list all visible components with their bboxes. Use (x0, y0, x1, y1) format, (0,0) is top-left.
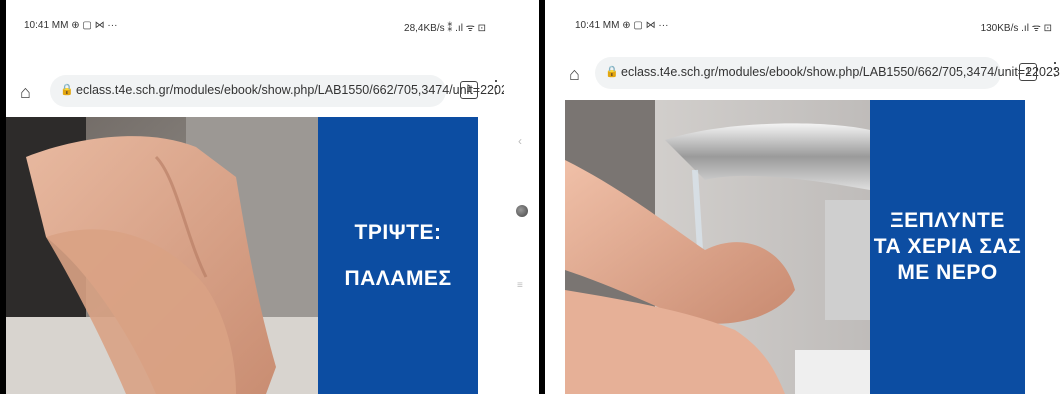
lock-icon: 🔒 (605, 66, 619, 78)
divider-handle-icon[interactable] (516, 205, 528, 217)
right-phone-screen: 10:41 MM ⊕ ▢ ⋈ ··· 130KB/s .ıl ᯤ ⊡ ⌂ 🔒 e… (545, 0, 1062, 394)
caption-line: ΠΑΛΑΜΕΣ (344, 266, 452, 290)
status-indicators: 28,4KB/s ⁑ .ıl ᯤ ⊡ (404, 23, 486, 34)
home-icon[interactable]: ⌂ (569, 64, 580, 85)
left-margin (478, 117, 504, 394)
right-video-frame[interactable]: ΞΕΠΛΥΝΤΕ ΤΑ ΧΕΡΙΑ ΣΑΣ ΜΕ ΝΕΡΟ (565, 100, 1062, 394)
right-status-bar: 10:41 MM ⊕ ▢ ⋈ ··· 130KB/s .ıl ᯤ ⊡ (545, 8, 1062, 36)
left-phone-screen: 10:41 MM ⊕ ▢ ⋈ ··· 28,4KB/s ⁑ .ıl ᯤ ⊡ ⌂ … (6, 0, 504, 394)
left-status-bar: 10:41 MM ⊕ ▢ ⋈ ··· 28,4KB/s ⁑ .ıl ᯤ ⊡ (6, 8, 504, 36)
status-indicators: 130KB/s .ıl ᯤ ⊡ (980, 23, 1052, 34)
caption-line: ΤΑ ΧΕΡΙΑ ΣΑΣ (873, 235, 1022, 258)
left-caption-panel: ΤΡΙΨΤΕ: ΠΑΛΑΜΕΣ (318, 117, 478, 394)
caption-line: ΤΡΙΨΤΕ: (354, 220, 442, 244)
right-margin (1025, 100, 1062, 394)
left-address-bar: ⌂ 🔒 eclass.t4e.sch.gr/modules/ebook/show… (6, 68, 504, 114)
lock-icon: 🔒 (60, 84, 74, 96)
caption-line: ΜΕ ΝΕΡΟ (897, 261, 998, 284)
right-caption-panel: ΞΕΠΛΥΝΤΕ ΤΑ ΧΕΡΙΑ ΣΑΣ ΜΕ ΝΕΡΟ (870, 100, 1025, 394)
menu-icon[interactable]: ⋮ (1046, 60, 1062, 78)
home-icon[interactable]: ⌂ (20, 82, 31, 103)
menu-icon[interactable]: ⋮ (487, 78, 504, 96)
right-address-bar: ⌂ 🔒 eclass.t4e.sch.gr/modules/ebook/show… (545, 50, 1062, 96)
hands-rinsing-image (565, 100, 870, 394)
left-video-frame[interactable]: ΤΡΙΨΤΕ: ΠΑΛΑΜΕΣ (6, 117, 504, 394)
chevron-left-icon[interactable]: ‹ (518, 134, 522, 148)
url-field[interactable]: 🔒 eclass.t4e.sch.gr/modules/ebook/show.p… (595, 57, 1060, 89)
tab-switcher-button[interactable]: 1 (1019, 63, 1037, 81)
status-time: 10:41 MM ⊕ ▢ ⋈ ··· (24, 20, 118, 31)
hands-rubbing-image (6, 117, 318, 394)
caption-line: ΞΕΠΛΥΝΤΕ (890, 209, 1005, 232)
url-field[interactable]: 🔒 eclass.t4e.sch.gr/modules/ebook/show.p… (50, 75, 504, 107)
drag-handle-icon[interactable]: ≡ (517, 280, 523, 291)
split-divider[interactable]: ‹ ≡ (505, 100, 539, 394)
status-time: 10:41 MM ⊕ ▢ ⋈ ··· (575, 20, 669, 31)
url-text: eclass.t4e.sch.gr/modules/ebook/show.php… (621, 65, 1060, 79)
url-text: eclass.t4e.sch.gr/modules/ebook/show.php… (76, 83, 504, 97)
tab-switcher-button[interactable]: 1 (460, 81, 478, 99)
